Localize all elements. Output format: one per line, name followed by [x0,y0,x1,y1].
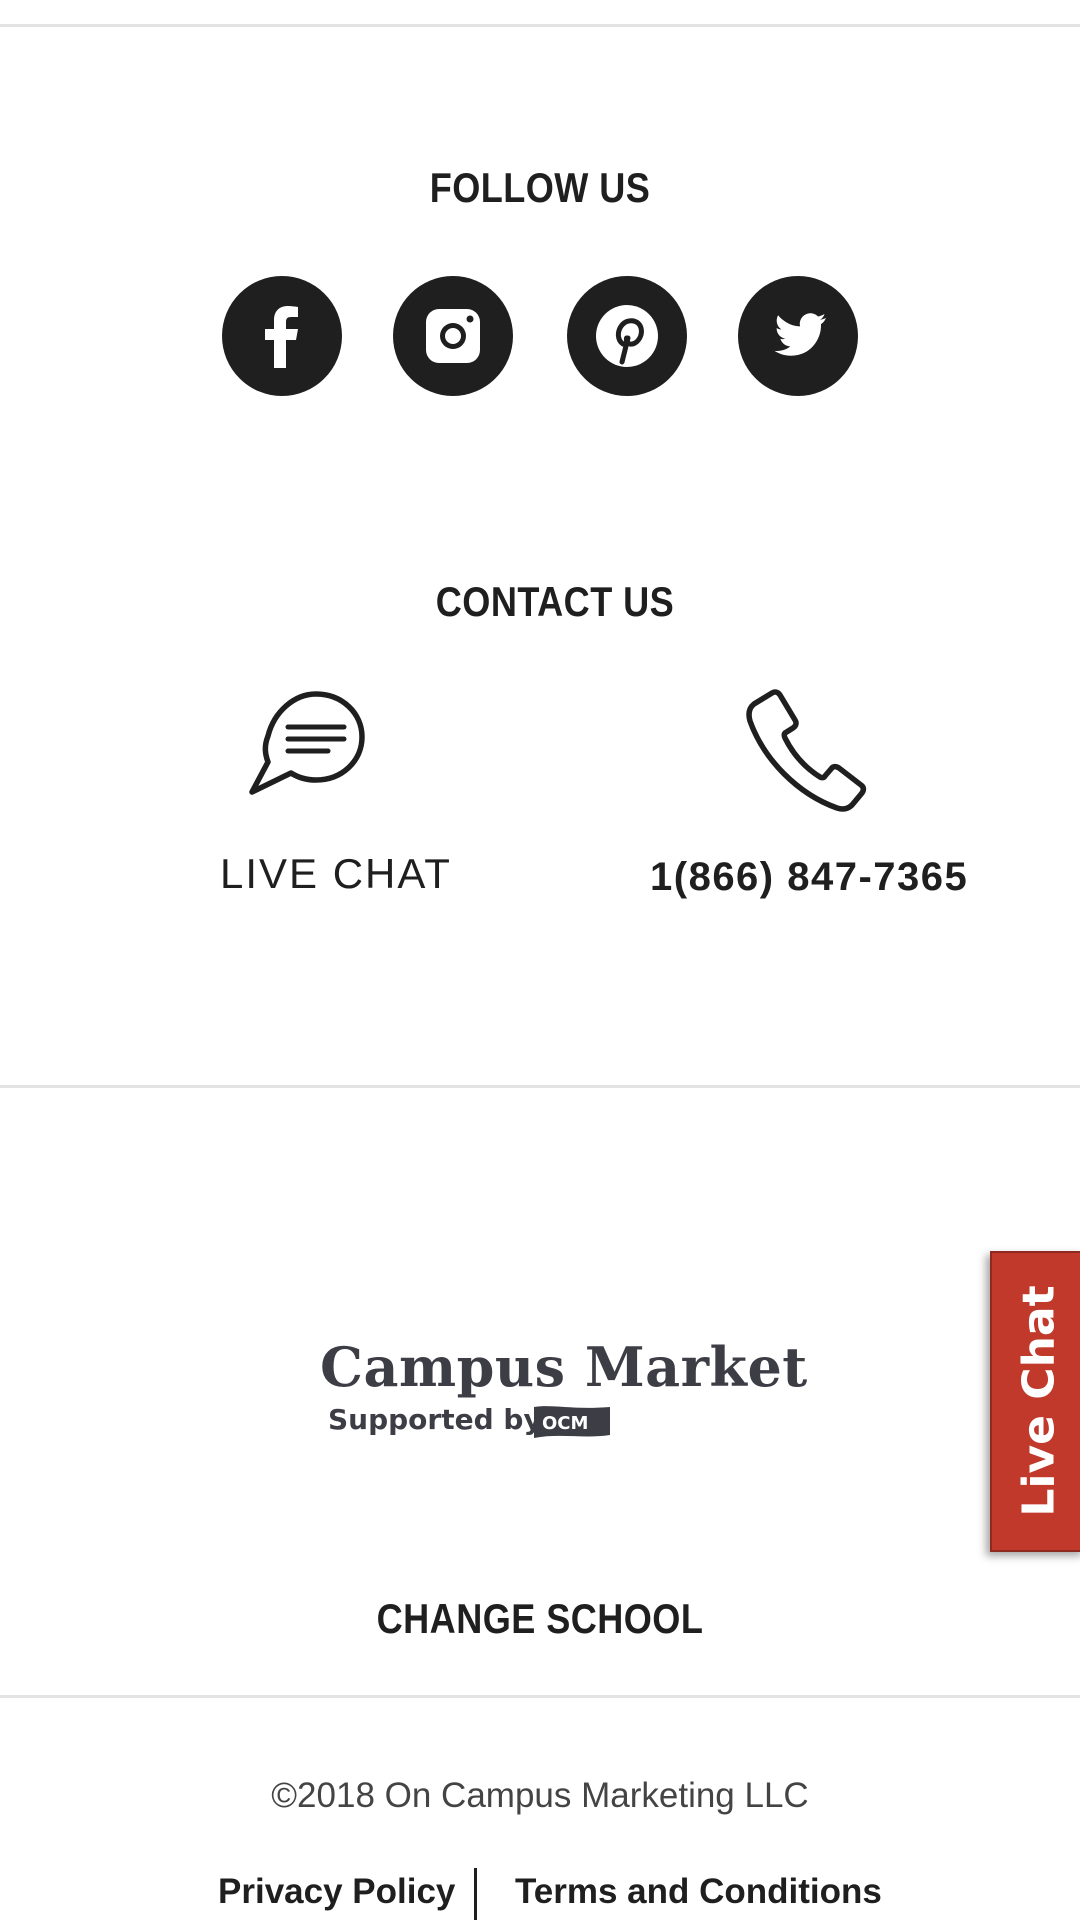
facebook-icon [265,306,298,368]
privacy-policy-link[interactable]: Privacy Policy [218,1872,455,1912]
twitter-icon [774,313,826,356]
phone-icon[interactable] [740,688,868,812]
facebook-link[interactable] [222,276,342,396]
live-chat-tab[interactable]: Live Chat [990,1251,1080,1552]
terms-link[interactable]: Terms and Conditions [515,1872,882,1912]
instagram-link[interactable] [393,276,513,396]
logo-subtitle: Supported by [328,1403,542,1436]
footer-page: FOLLOW US CONTACT US LIVE CHAT 1(866) 84… [0,0,1080,1920]
ocm-badge: OCM [542,1413,588,1434]
logo-title: Campus Market [320,1335,808,1399]
footer-link-divider [474,1868,477,1920]
middle-divider [0,1085,1080,1088]
follow-us-heading: FOLLOW US [429,164,651,211]
change-school-link[interactable]: CHANGE SCHOOL [76,1595,1005,1643]
chat-bubble-icon[interactable] [246,688,374,808]
contact-us-heading: CONTACT US [435,578,675,625]
ocm-flag-logo: OCM [534,1406,610,1438]
top-divider [0,24,1080,27]
twitter-link[interactable] [738,276,858,396]
instagram-icon [426,309,480,363]
live-chat-tab-label: Live Chat [1013,1285,1065,1517]
pinterest-link[interactable] [567,276,687,396]
copyright-text: ©2018 On Campus Marketing LLC [271,1776,809,1815]
phone-number-link[interactable]: 1(866) 847-7365 [650,855,968,900]
pinterest-icon [596,305,658,367]
bottom-divider [0,1695,1080,1698]
live-chat-link[interactable]: LIVE CHAT [220,850,452,898]
